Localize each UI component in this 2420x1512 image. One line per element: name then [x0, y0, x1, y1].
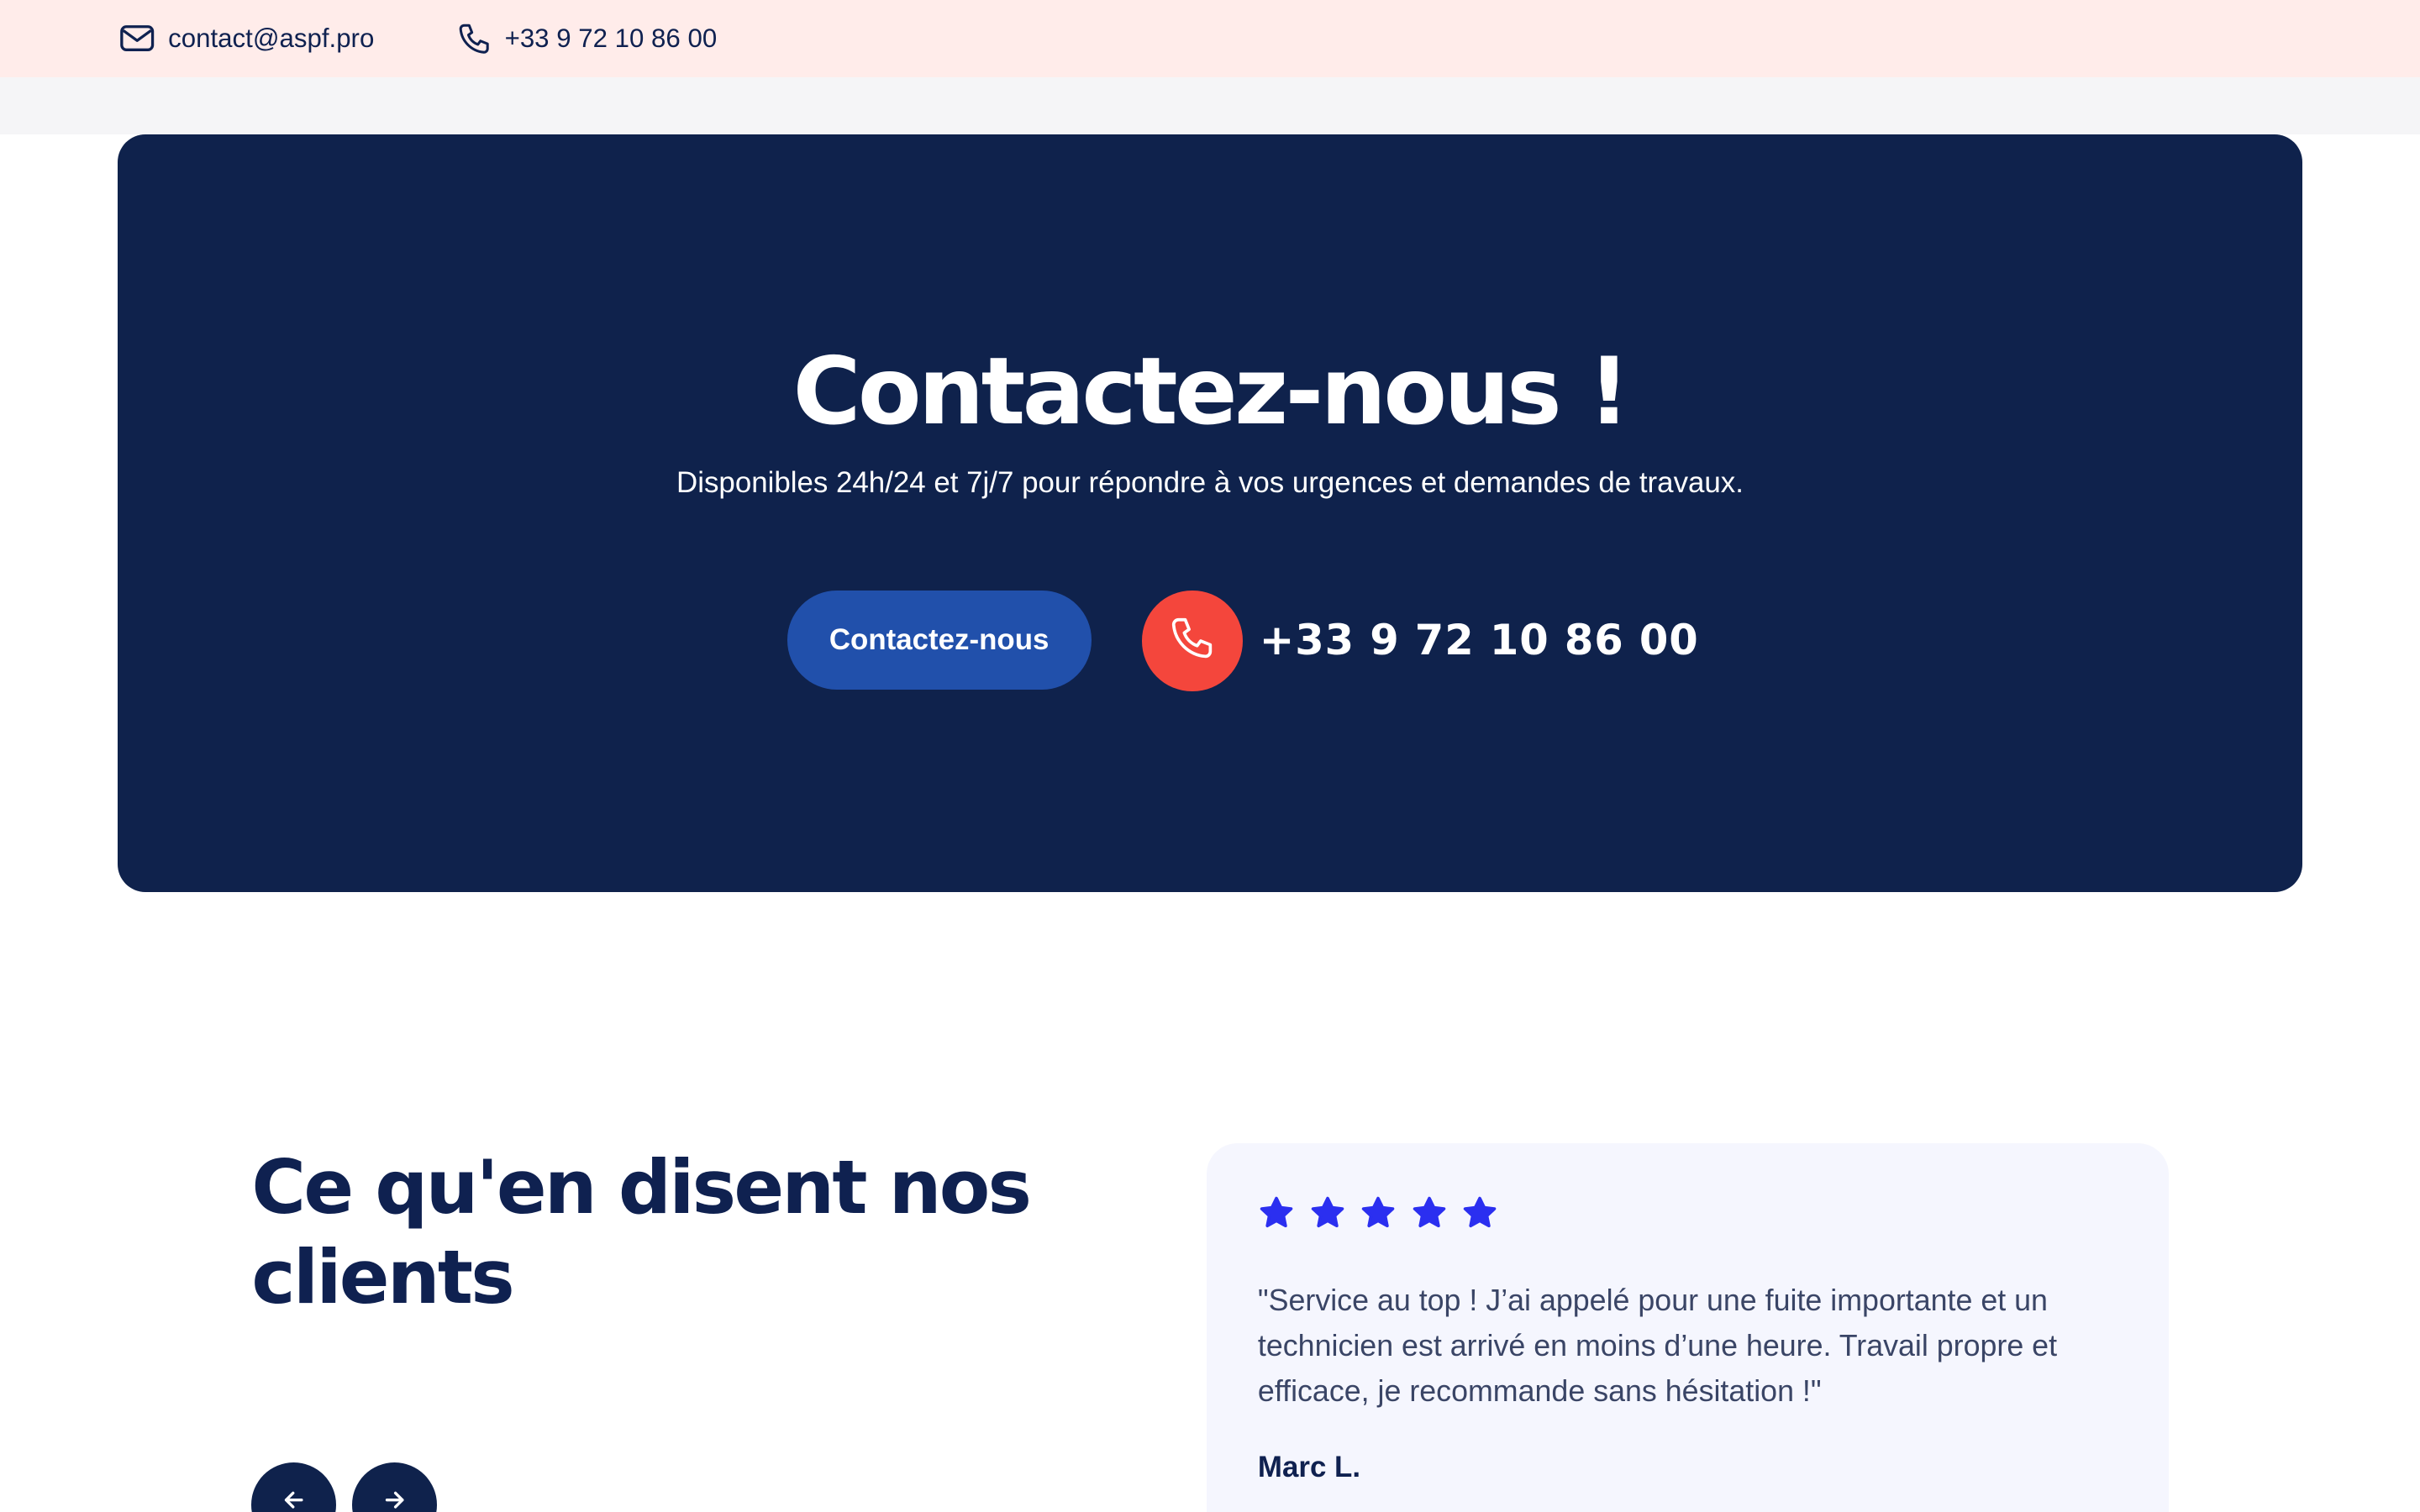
- testimonials-title: Ce qu'en disent nos clients: [251, 1144, 1032, 1320]
- page: contact@aspf.pro +33 9 72 10 86 00 Conta…: [0, 0, 2420, 1512]
- star-icon: [1258, 1194, 1295, 1231]
- star-icon: [1411, 1194, 1448, 1231]
- topbar-email-link[interactable]: contact@aspf.pro: [120, 20, 374, 57]
- topbar-phone-text: +33 9 72 10 86 00: [504, 23, 718, 53]
- phone-icon: [1169, 615, 1215, 668]
- cta-title: Contactez-nous !: [792, 338, 1630, 446]
- arrow-left-icon: [281, 1488, 306, 1512]
- contact-button[interactable]: Contactez-nous: [786, 591, 1092, 690]
- star-rating: [1258, 1194, 1498, 1231]
- mail-icon: [120, 24, 155, 52]
- star-icon: [1309, 1194, 1346, 1231]
- cta-subtitle: Disponibles 24h/24 et 7j/7 pour répondre…: [676, 465, 1744, 499]
- testimonial-author: Marc L.: [1257, 1450, 1361, 1483]
- call-button[interactable]: [1142, 591, 1243, 691]
- next-testimonial-button[interactable]: [351, 1462, 437, 1512]
- cta-phone-number[interactable]: +33 9 72 10 86 00: [1260, 614, 1699, 666]
- top-contact-bar: contact@aspf.pro +33 9 72 10 86 00: [0, 0, 2420, 77]
- phone-icon: [457, 22, 491, 55]
- star-icon: [1461, 1194, 1498, 1231]
- topbar-phone-link[interactable]: +33 9 72 10 86 00: [457, 20, 718, 57]
- contact-cta-section: Contactez-nous ! Disponibles 24h/24 et 7…: [117, 134, 2303, 892]
- testimonial-text: "Service au top ! J’ai appelé pour une f…: [1257, 1283, 2058, 1409]
- previous-testimonial-button[interactable]: [251, 1462, 337, 1512]
- arrow-right-icon: [382, 1488, 407, 1512]
- navigation-placeholder-bar: [0, 76, 2420, 134]
- testimonial-card: "Service au top ! J’ai appelé pour une f…: [1207, 1143, 2169, 1512]
- topbar-email-text: contact@aspf.pro: [168, 23, 375, 53]
- star-icon: [1360, 1194, 1397, 1231]
